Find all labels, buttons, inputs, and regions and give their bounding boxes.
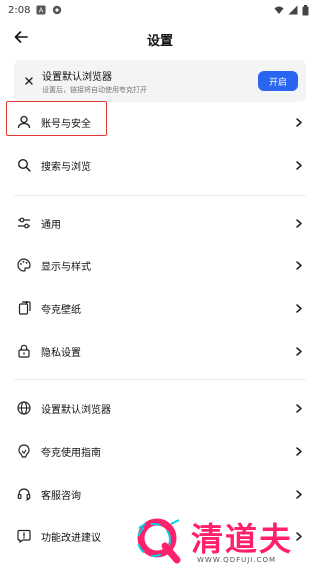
wifi-icon [274, 5, 284, 15]
menu-item-label: 搜索与浏览 [41, 161, 91, 173]
menu-item-label: 通用 [41, 219, 61, 231]
menu-item-privacy[interactable]: 隐私设置 [0, 331, 320, 371]
signal-icon [288, 5, 298, 15]
page-title: 设置 [146, 33, 173, 49]
menu-item-default-browser[interactable]: 设置默认浏览器 [0, 388, 320, 428]
watermark: 清道夫 WWW.QDFUJI.COM [131, 512, 316, 568]
status-time: 2:08 [8, 4, 31, 16]
section-divider [14, 195, 306, 196]
default-browser-card: 设置默认浏览器 设置后，链接将自动使用夸克打开 开启 [14, 60, 306, 102]
menu-item-general[interactable]: 通用 [0, 203, 320, 243]
card-close-button[interactable] [22, 74, 36, 88]
headset-icon [16, 486, 32, 502]
watermark-text: 清道夫 [191, 520, 294, 558]
enable-button[interactable]: 开启 [258, 71, 298, 91]
notification-a-icon: A [36, 5, 46, 15]
watermark-logo-icon [131, 514, 187, 564]
card-title: 设置默认浏览器 [42, 71, 112, 83]
app-bar: 设置 [0, 20, 320, 58]
lock-icon [16, 343, 32, 359]
arrow-left-icon [13, 29, 29, 49]
highlight-box [6, 101, 107, 136]
svg-text:A: A [39, 7, 44, 15]
notification-circle-icon [52, 5, 62, 15]
menu-item-label: 设置默认浏览器 [41, 404, 111, 416]
chevron-right-icon [294, 489, 304, 499]
section-divider [14, 379, 306, 380]
menu-item-display-style[interactable]: 显示与样式 [0, 245, 320, 285]
chevron-right-icon [294, 260, 304, 270]
menu-item-label: 显示与样式 [41, 261, 91, 273]
menu-item-label: 隐私设置 [41, 347, 81, 359]
chevron-right-icon [294, 403, 304, 413]
feedback-icon [16, 528, 32, 544]
chevron-right-icon [294, 160, 304, 170]
globe-icon [16, 400, 32, 416]
chevron-right-icon [294, 446, 304, 456]
menu-item-customer-service[interactable]: 客服咨询 [0, 474, 320, 514]
chevron-right-icon [294, 346, 304, 356]
chevron-right-icon [294, 117, 304, 127]
battery-icon [302, 5, 312, 16]
menu-item-label: 客服咨询 [41, 490, 81, 502]
chevron-right-icon [294, 218, 304, 228]
wallpaper-icon [16, 300, 32, 316]
close-icon [25, 75, 33, 88]
menu-item-label: 夸克壁纸 [41, 304, 81, 316]
palette-icon [16, 257, 32, 273]
back-button[interactable] [2, 20, 40, 58]
card-subtitle: 设置后，链接将自动使用夸克打开 [42, 85, 147, 94]
search-icon [16, 157, 32, 173]
menu-item-wallpaper[interactable]: 夸克壁纸 [0, 288, 320, 328]
chevron-right-icon [294, 303, 304, 313]
menu-item-label: 夸克使用指南 [41, 447, 101, 459]
guide-icon [16, 443, 32, 459]
status-bar: 2:08 A [0, 0, 320, 20]
sliders-icon [16, 215, 32, 231]
watermark-url: WWW.QDFUJI.COM [197, 556, 277, 564]
menu-item-search-browse[interactable]: 搜索与浏览 [0, 145, 320, 185]
menu-item-user-guide[interactable]: 夸克使用指南 [0, 431, 320, 471]
